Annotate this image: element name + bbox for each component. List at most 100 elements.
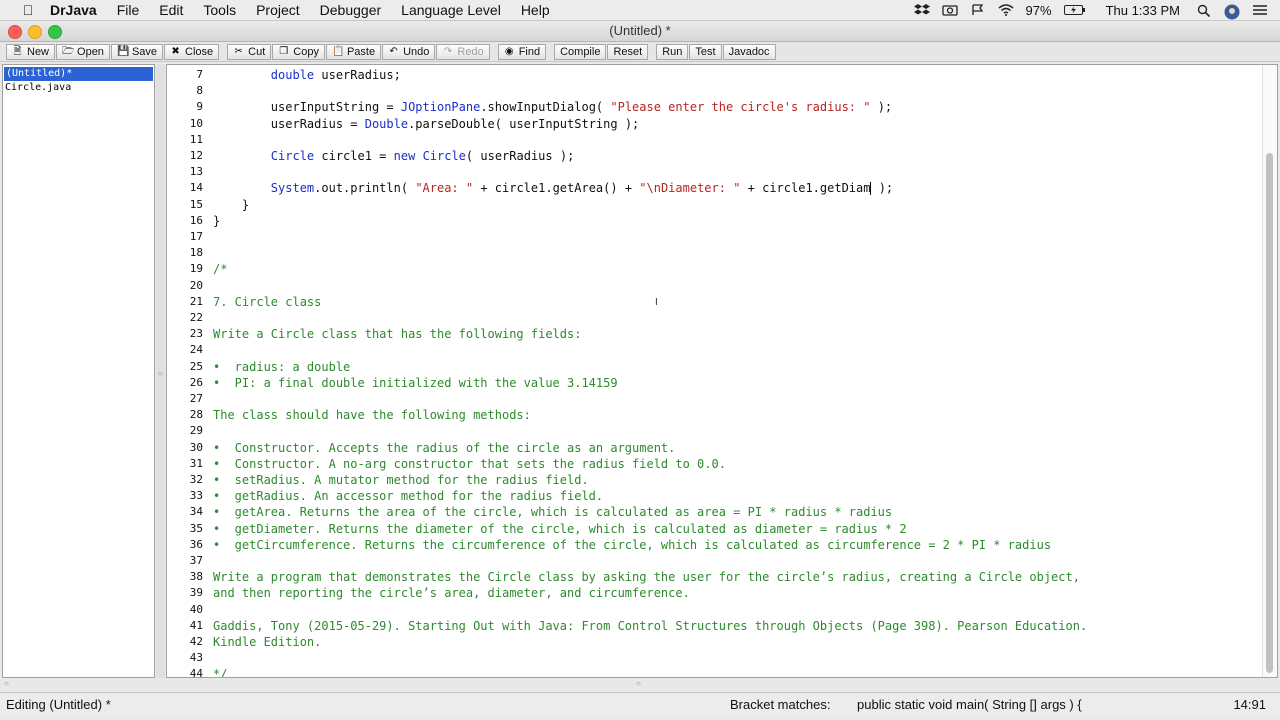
horizontal-splitter[interactable]: ○ ○ [0,679,1280,691]
main-toolbar: 🗎 New 🗁 Open 💾 Save ✖ Close ✂ Cut ❐ Copy 📋 Past… [0,42,1280,62]
compile-button[interactable]: Compile [554,43,607,60]
line-number: 40 [189,602,203,616]
editor-vertical-scrollbar[interactable] [1262,65,1277,677]
system-menu-bar:  DrJava File Edit Tools Project Debugge… [0,0,1280,21]
line-number: 22 [189,311,203,324]
javadoc-button[interactable]: Javadoc [722,43,776,60]
open-folder-icon: 🗁 [62,46,75,57]
menu-tools[interactable]: Tools [203,2,236,18]
save-icon: 💾 [116,46,130,57]
line-number: 29 [189,424,203,438]
close-label: Close [185,45,214,58]
user-avatar-icon[interactable] [1224,4,1240,20]
notification-center-icon[interactable] [1252,4,1268,16]
spotlight-search-icon[interactable] [1196,4,1212,18]
undo-label: Undo [403,45,430,58]
line-text: and then reporting the circle’s area, di… [213,586,690,601]
close-button[interactable]: ✖ Close [164,43,220,60]
battery-icon[interactable] [1063,4,1085,16]
line-number: 13 [189,165,203,179]
menu-debugger[interactable]: Debugger [320,2,382,18]
camera-icon[interactable] [941,4,958,16]
line-text: } [213,197,250,212]
copy-button[interactable]: ❐ Copy [272,43,325,60]
paste-button[interactable]: 📋 Paste [325,43,382,60]
vertical-splitter[interactable]: ○ [156,64,165,678]
new-button[interactable]: 🗎 New [6,43,56,60]
find-button[interactable]: ◉ Find [497,43,547,60]
line-text: double userRadius; [270,68,401,82]
menu-help[interactable]: Help [521,2,550,18]
line-text: • Constructor. Accepts the radius of the… [213,440,676,455]
redo-icon: ↷ [443,46,453,57]
line-text: */ [213,667,228,678]
open-documents-pane: (Untitled)* Circle.java [2,64,155,678]
line-number: 21 [189,294,203,308]
line-number: 44 [189,667,203,678]
line-number: 15 [189,197,203,211]
dropbox-icon[interactable] [913,4,930,16]
line-number: 28 [189,408,203,422]
run-button[interactable]: Run [656,43,689,60]
document-circle-java[interactable]: Circle.java [3,81,154,95]
menu-file[interactable]: File [117,2,140,18]
line-number: 23 [189,327,203,341]
document-untitled[interactable]: (Untitled)* [4,67,153,81]
scrollbar-thumb[interactable] [1266,153,1273,673]
line-number: 8 [196,84,203,98]
scissors-icon: ✂ [234,46,243,57]
line-text: Write a program that demonstrates the Ci… [213,570,1080,585]
binoculars-icon: ◉ [504,46,514,57]
new-label: New [27,45,50,58]
menu-edit[interactable]: Edit [159,2,183,18]
test-button[interactable]: Test [689,43,722,60]
line-text: userRadius = Double.parseDouble( userInp… [213,116,640,131]
window-titlebar: (Untitled) * [0,21,1280,42]
line-number: 12 [189,149,203,162]
line-number: 37 [189,554,203,567]
app-menu[interactable]: DrJava [50,2,97,18]
line-text: userInputString = JOptionPane.showInputD… [213,100,893,115]
text-caret [870,182,872,196]
open-button[interactable]: 🗁 Open [56,43,110,60]
line-number: 17 [189,230,203,243]
menu-project[interactable]: Project [256,2,300,18]
wifi-icon[interactable] [998,4,1014,16]
line-number: 31 [189,456,203,470]
undo-button[interactable]: ↶ Undo [382,43,436,60]
editing-status: Editing (Untitled) * [6,697,111,712]
line-text: Kindle Edition. [213,635,322,649]
line-number: 26 [189,375,203,389]
line-text: } [213,213,221,228]
paste-label: Paste [346,45,376,58]
new-file-icon: 🗎 [13,46,22,57]
line-number: 9 [196,100,203,114]
reset-button[interactable]: Reset [607,43,649,60]
line-text: • Constructor. A no-arg constructor that… [213,456,726,471]
line-text: Gaddis, Tony (2015-05-29). Starting Out … [213,618,1088,633]
splitter-grip-left-icon: ○ [4,679,9,688]
clipboard-icon: 📋 [331,46,345,57]
clock[interactable]: Thu 1:33 PM [1106,3,1180,18]
apple-icon[interactable]:  [20,2,36,18]
flag-icon[interactable] [970,4,986,16]
status-bar: Editing (Untitled) * Bracket matches: pu… [0,692,1280,717]
undo-icon: ↶ [389,46,398,57]
copy-label: Copy [293,45,319,58]
text-cursor-icon: I [655,297,658,308]
cut-button[interactable]: ✂ Cut [227,43,272,60]
cursor-position: 14:91 [1233,697,1266,712]
line-text: • getRadius. An accessor method for the … [213,489,604,504]
code-editor[interactable]: 7 double userRadius; 8 9 userInputString =… [166,64,1278,678]
line-text: • setRadius. A mutator method for the ra… [213,473,589,487]
save-label: Save [131,45,158,58]
redo-button[interactable]: ↷ Redo [436,43,490,60]
splitter-grip-icon: ○ [158,369,163,378]
line-number: 19 [189,262,203,276]
save-button[interactable]: 💾 Save [110,43,164,60]
copy-icon: ❐ [279,46,289,57]
line-number: 33 [189,489,203,503]
menu-language-level[interactable]: Language Level [401,2,501,18]
line-number: 38 [189,570,203,584]
line-text: • getDiameter. Returns the diameter of t… [213,521,907,536]
